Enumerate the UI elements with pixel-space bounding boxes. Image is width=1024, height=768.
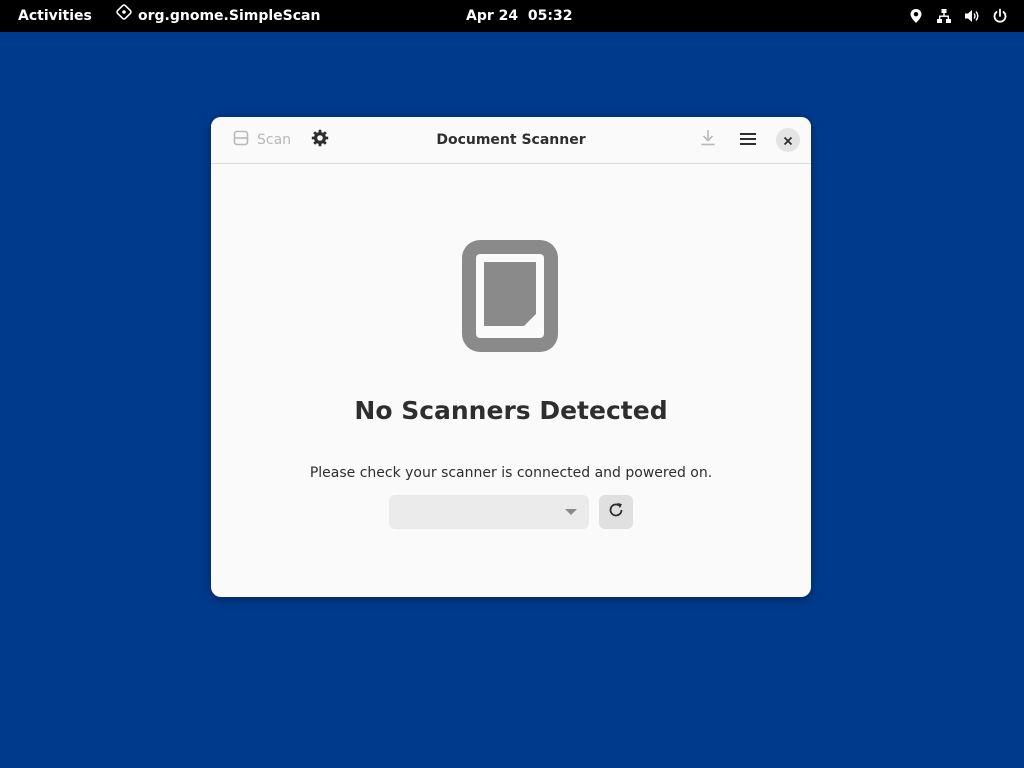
system-tray[interactable] [908,0,1008,32]
refresh-button[interactable] [599,495,633,529]
app-menu[interactable]: org.gnome.SimpleScan [116,0,320,32]
location-icon[interactable] [908,8,924,24]
app-name-label: org.gnome.SimpleScan [138,8,321,24]
page-title: No Scanners Detected [354,396,668,425]
scanner-icon [462,240,558,352]
close-icon [783,131,793,150]
main-menu-button[interactable] [737,126,759,154]
volume-icon[interactable] [964,8,980,24]
window-title: Document Scanner [436,132,586,148]
hamburger-menu-icon [740,131,756,150]
preferences-button[interactable] [309,126,331,154]
refresh-icon [608,502,624,522]
scan-button-label: Scan [257,132,292,148]
scanner-device-dropdown[interactable] [389,495,589,529]
activities-button[interactable]: Activities [18,0,92,32]
download-icon [700,129,716,151]
network-icon[interactable] [936,8,952,24]
status-message: Please check your scanner is connected a… [309,465,713,481]
save-button[interactable] [697,126,719,154]
close-button[interactable] [776,128,800,152]
header-bar: Scan Document Scanner [211,117,811,164]
document-scanner-window: Scan Document Scanner No Scanners Detect… [211,117,811,597]
scan-icon [233,130,249,150]
status-page: No Scanners Detected Please check your s… [211,164,811,597]
scan-button[interactable]: Scan [227,126,297,154]
chevron-down-icon [565,509,577,515]
power-icon[interactable] [992,8,1008,24]
gear-icon [311,129,329,151]
top-bar: Activities org.gnome.SimpleScan Apr 24 0… [0,0,1024,32]
app-icon [116,0,132,32]
clock[interactable]: Apr 24 05:32 [466,0,572,32]
